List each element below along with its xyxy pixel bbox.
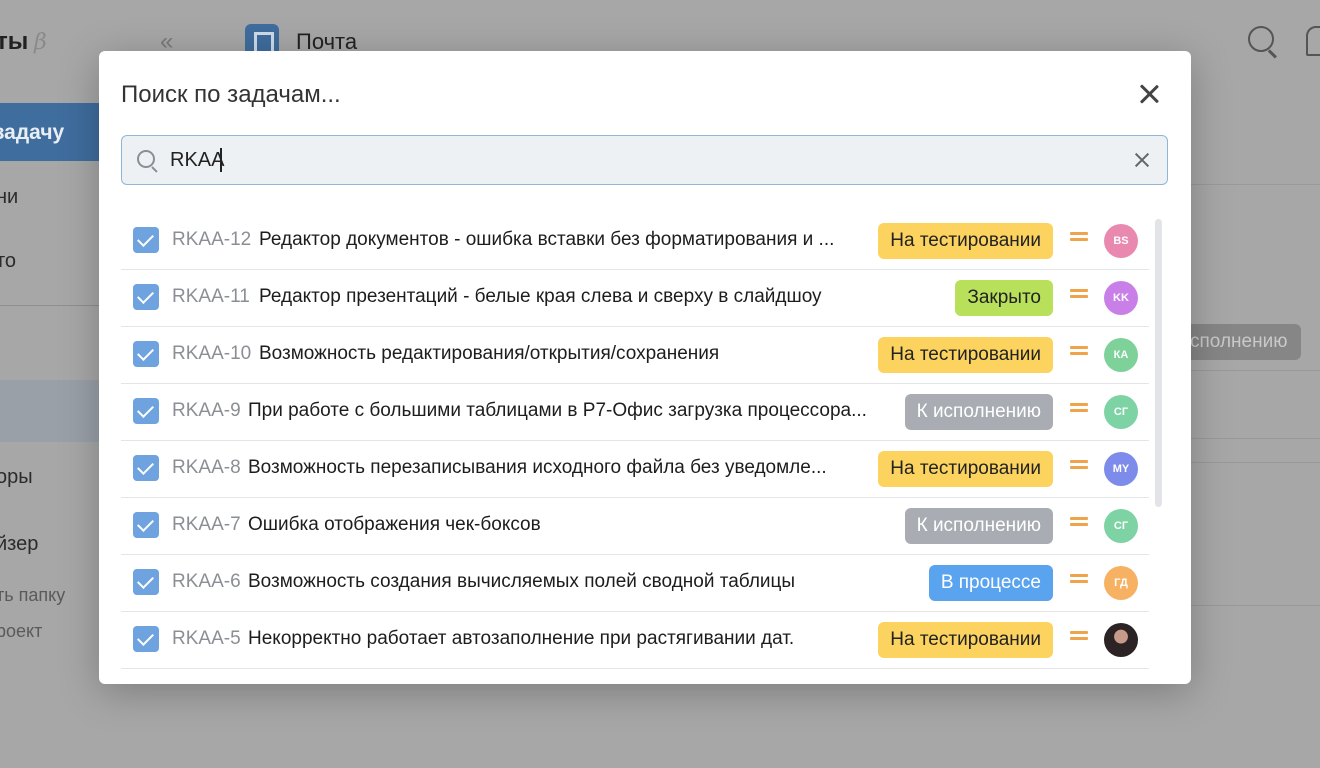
sidebar-item[interactable]: оры xyxy=(0,466,33,489)
task-title: Редактор презентаций - белые края слева … xyxy=(259,286,822,307)
status-badge: На тестировании xyxy=(878,622,1053,658)
task-checkbox[interactable] xyxy=(133,626,159,652)
sidebar-divider xyxy=(0,305,100,306)
priority-medium-icon xyxy=(1070,517,1088,526)
sidebar-item[interactable]: то xyxy=(0,250,16,273)
create-task-label: задачу xyxy=(0,121,65,144)
avatar: KK xyxy=(1104,281,1138,315)
priority-medium-icon xyxy=(1070,346,1088,355)
task-checkbox[interactable] xyxy=(133,512,159,538)
priority-medium-icon xyxy=(1070,631,1088,640)
divider xyxy=(1180,370,1320,371)
avatar: ГД xyxy=(1104,566,1138,600)
create-folder-link[interactable]: ть папку xyxy=(0,585,65,606)
priority-medium-icon xyxy=(1070,289,1088,298)
divider xyxy=(1180,438,1320,439)
task-title: Ошибка отображения чек-боксов xyxy=(248,514,541,535)
status-badge: На тестировании xyxy=(878,223,1053,259)
avatar: СГ xyxy=(1104,509,1138,543)
priority-medium-icon xyxy=(1070,574,1088,583)
task-key: RKAA-5 xyxy=(172,628,241,649)
search-results-list: RKAA-12 Редактор документов - ошибка вста… xyxy=(121,213,1149,669)
task-search-dialog: Поиск по задачам... RKAA-12 Редактор доку… xyxy=(99,51,1191,684)
status-badge: В процессе xyxy=(928,565,1053,601)
sidebar-item[interactable]: йзер xyxy=(0,533,38,556)
priority-medium-icon xyxy=(1070,460,1088,469)
text-caret xyxy=(220,148,222,172)
task-key: RKAA-8 xyxy=(172,457,241,478)
close-icon[interactable] xyxy=(1136,81,1162,107)
task-title: Возможность создания вычисляемых полей с… xyxy=(248,571,796,592)
avatar: СГ xyxy=(1104,395,1138,429)
task-title: Возможность перезаписывания исходного фа… xyxy=(248,457,827,478)
result-row[interactable]: RKAA-7 Ошибка отображения чек-боксов К исп… xyxy=(121,498,1149,555)
priority-medium-icon xyxy=(1070,232,1088,241)
avatar: КА xyxy=(1104,338,1138,372)
status-badge: К исполнению xyxy=(904,508,1053,544)
scrollbar[interactable] xyxy=(1155,219,1162,507)
priority-medium-icon xyxy=(1070,403,1088,412)
status-badge: На тестировании xyxy=(878,337,1053,373)
search-field[interactable] xyxy=(121,135,1168,185)
status-badge: К исполнению xyxy=(904,394,1053,430)
bell-icon[interactable] xyxy=(1306,26,1320,56)
avatar: BS xyxy=(1104,224,1138,258)
sidebar-item[interactable]: ни xyxy=(0,186,18,209)
divider xyxy=(1180,462,1320,463)
sidebar-item-selected[interactable] xyxy=(0,380,100,442)
result-row[interactable]: RKAA-12 Редактор документов - ошибка вста… xyxy=(121,213,1149,270)
result-row[interactable]: RKAA-11 Редактор презентаций - белые края… xyxy=(121,270,1149,327)
task-title: Редактор документов - ошибка вставки без… xyxy=(259,229,835,250)
avatar: MY xyxy=(1104,452,1138,486)
result-row[interactable]: RKAA-9 При работе с большими таблицами в … xyxy=(121,384,1149,441)
result-row[interactable]: RKAA-8 Возможность перезаписывания исходн… xyxy=(121,441,1149,498)
divider xyxy=(1180,605,1320,606)
task-key: RKAA-6 xyxy=(172,571,241,592)
task-checkbox[interactable] xyxy=(133,455,159,481)
result-row[interactable]: RKAA-5 Некорректно работает автозаполнени… xyxy=(121,612,1149,669)
task-title: При работе с большими таблицами в Р7-Офи… xyxy=(248,400,867,421)
result-row[interactable]: RKAA-10 Возможность редактирования/открыт… xyxy=(121,327,1149,384)
search-input[interactable] xyxy=(170,136,1110,184)
task-checkbox[interactable] xyxy=(133,398,159,424)
task-title: Возможность редактирования/открытия/сохр… xyxy=(259,343,720,364)
task-title: Некорректно работает автозаполнение при … xyxy=(248,628,795,649)
task-checkbox[interactable] xyxy=(133,569,159,595)
task-key: RKAA-10 xyxy=(172,343,252,364)
task-key: RKAA-11 xyxy=(172,286,250,307)
status-badge: На тестировании xyxy=(878,451,1053,487)
task-key: RKAA-12 xyxy=(172,229,252,250)
task-key: RKAA-9 xyxy=(172,400,241,421)
task-checkbox[interactable] xyxy=(133,341,159,367)
divider xyxy=(1180,184,1320,185)
task-key: RKAA-7 xyxy=(172,514,241,535)
avatar xyxy=(1104,623,1138,657)
search-icon xyxy=(137,150,155,168)
app-brand: ты xyxy=(0,28,29,55)
search-icon[interactable] xyxy=(1248,26,1274,52)
result-row[interactable]: RKAA-6 Возможность создания вычисляемых п… xyxy=(121,555,1149,612)
task-checkbox[interactable] xyxy=(133,284,159,310)
create-project-link[interactable]: роект xyxy=(0,621,42,642)
task-checkbox[interactable] xyxy=(133,227,159,253)
dialog-title: Поиск по задачам... xyxy=(121,81,341,108)
status-badge: Закрыто xyxy=(955,280,1053,316)
clear-search-icon[interactable] xyxy=(1134,152,1150,168)
beta-label: β xyxy=(34,30,47,55)
